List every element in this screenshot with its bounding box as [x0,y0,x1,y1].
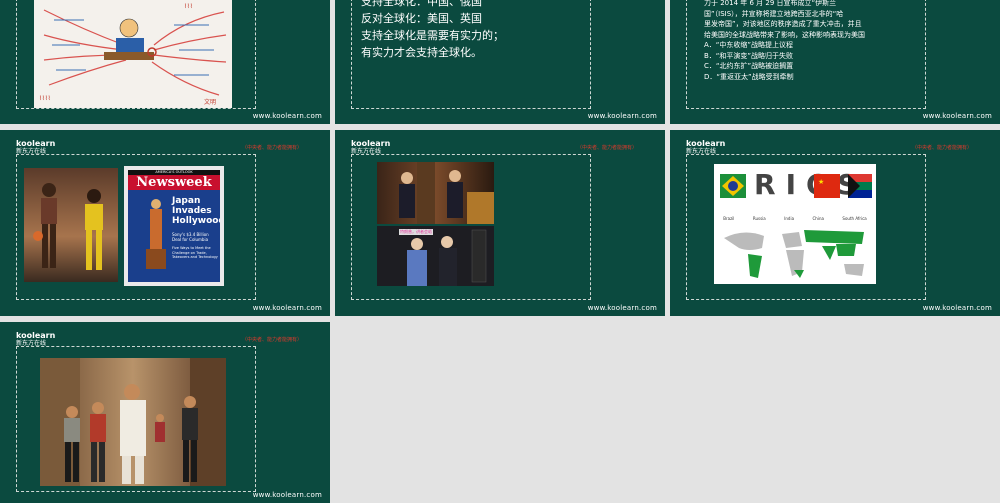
leaders-drawing [377,226,494,286]
country-labels: Brazil Russia India China South Africa [714,216,876,221]
photo-caption: 特朗普，讲者会晤 [399,229,433,235]
header-slogan: （中央者、能力者能拥有） [242,145,303,151]
country-label: China [812,216,824,221]
slide-thumbnail-4[interactable]: koolearn 新东方在线 （中央者、能力者能拥有） AMERICA'S OU… [0,130,330,316]
country-label: India [784,216,795,221]
text-line: 支持全球化：中国、俄国 [361,0,482,8]
logo-text: koolearn [351,139,391,148]
basketball-photo [24,168,118,282]
svg-text:⌇⌇⌇: ⌇⌇⌇ [184,3,193,10]
text-line: 里发帝国”，对该地区的秩序造成了重大冲击，并且 [704,20,862,28]
logo-text: koolearn [16,139,56,148]
question-text: 力于 2014 年 6 月 29 日宣布成立“伊斯兰 国”（ISIS），并宣称将… [704,0,865,82]
slide-thumbnail-5[interactable]: koolearn 新东方在线 （中央者、能力者能拥有） 特朗普，讲者会晤 www… [335,130,665,316]
mind-map-image: ⌇⌇⌇ ⌇⌇⌇⌇ 文明 [34,0,232,108]
magazine-masthead: Newsweek [128,175,220,190]
text-line: 有实力才会支持全球化。 [361,46,482,59]
header-slogan: （中央者、能力者能拥有） [242,337,303,343]
site-url: www.koolearn.com [252,112,322,120]
text-line: 国”（ISIS），并宣称将建立地跨西亚北非的“哈 [704,9,844,18]
world-map [724,230,864,278]
site-url: www.koolearn.com [252,491,322,499]
slide-thumbnail-6[interactable]: koolearn 新东方在线 （中央者、能力者能拥有） BRICS ★ Braz… [670,130,1000,316]
flag-letters: ★ [720,174,872,198]
answer-option: D．“重返亚太”战略受到牵制 [704,72,794,81]
text-line: 支持全球化是需要有实力的； [361,29,504,42]
slide-thumbnail-3[interactable]: 力于 2014 年 6 月 29 日宣布成立“伊斯兰 国”（ISIS），并宣称将… [670,0,1000,124]
cover-subhead: Sony's $3.4 Billion Deal for Columbia [172,232,209,242]
country-label: South Africa [842,216,867,221]
newsweek-cover: AMERICA'S OUTLOOK Newsweek Japan Invades… [124,166,224,286]
summit-drawing [399,162,494,224]
brics-image: BRICS ★ Brazil Russia India China South … [714,164,876,284]
site-url: www.koolearn.com [922,304,992,312]
text-line: 反对全球化：美国、英国 [361,12,482,25]
logo-text: koolearn [16,331,56,340]
body-text: 支持全球化：中国、俄国 反对全球化：美国、英国 支持全球化是需要有实力的； 有实… [361,0,504,61]
leaders-photo: 特朗普，讲者会晤 [377,226,494,286]
movie-still-drawing [40,358,226,486]
cover-headline: Japan Invades Hollywood [172,196,220,226]
statue-drawing [146,199,166,269]
players-drawing [33,183,103,270]
svg-text:文明: 文明 [204,98,216,106]
cover-art: AMERICA'S OUTLOOK Newsweek Japan Invades… [128,170,220,282]
header-slogan: （中央者、能力者能拥有） [577,145,638,151]
text-line: 给美国的全球战略带来了影响，这种影响表现为美国 [704,30,865,39]
svg-text:★: ★ [818,178,824,186]
answer-option: B．“和平演变”战略归于失败 [704,51,794,60]
country-label: Brazil [723,216,735,221]
slide-thumbnail-2[interactable]: 支持全球化：中国、俄国 反对全球化：美国、英国 支持全球化是需要有实力的； 有实… [335,0,665,124]
country-label: Russia [752,216,766,221]
svg-text:⌇⌇⌇⌇: ⌇⌇⌇⌇ [39,95,51,102]
answer-option: A．“中东收缩”战略提上议程 [704,41,794,49]
slide-thumbnail-7[interactable]: koolearn 新东方在线 （中央者、能力者能拥有） www.koolearn… [0,322,330,503]
answer-option: C．“北约东扩”战略被迫搁置 [704,62,794,70]
site-url: www.koolearn.com [922,112,992,120]
logo-text: koolearn [686,139,726,148]
mind-map-drawing: ⌇⌇⌇⌇⌇⌇⌇文明 [39,3,227,106]
site-url: www.koolearn.com [587,112,657,120]
header-slogan: （中央者、能力者能拥有） [912,145,973,151]
site-url: www.koolearn.com [587,304,657,312]
text-line: 力于 2014 年 6 月 29 日宣布成立“伊斯兰 [704,0,837,7]
movie-still-photo [40,358,226,486]
site-url: www.koolearn.com [252,304,322,312]
slide-thumbnail-1[interactable]: ⌇⌇⌇ ⌇⌇⌇⌇ 文明 www.koolearn.com [0,0,330,124]
cover-blurb: Five Ways to Meet the Challenge on Trade… [172,246,218,259]
summit-photo [377,162,494,224]
